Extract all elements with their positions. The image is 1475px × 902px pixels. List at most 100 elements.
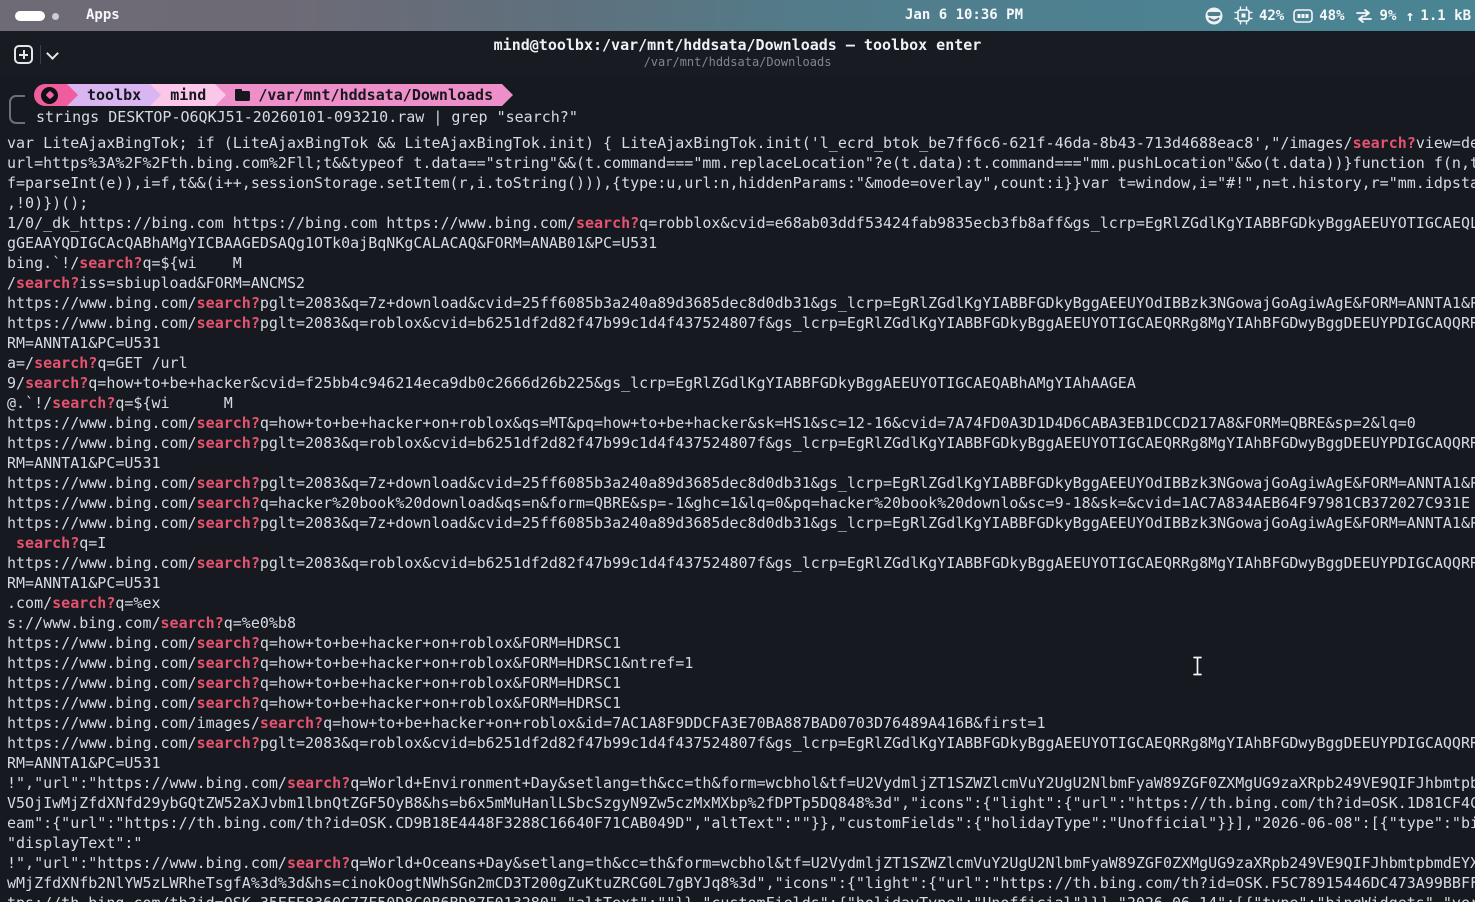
swap-arrows-icon [1354,8,1374,24]
cpu-value: 42% [1259,8,1284,24]
terminal-line: https://www.bing.com/search?q=how+to+be+… [7,633,1475,653]
command-line: strings DESKTOP-O6QKJ51-20260101-093210.… [36,107,578,127]
grep-match: search? [16,274,79,292]
terminal-line: f=parseInt(e)),i=f,t&&(i++,sessionStorag… [7,173,1475,193]
terminal-line: search?q=I [7,533,1475,553]
cpu-indicator[interactable]: 42% [1234,6,1284,25]
window-subtitle: /var/mnt/hddsata/Downloads [0,55,1475,69]
grep-match: search? [197,294,260,312]
powerline-arrow [150,84,161,106]
terminal-line: RM=ANNTA1&PC=U531 [7,753,1475,773]
grep-match: search? [161,614,224,632]
swap-indicator[interactable]: 9% [1354,8,1397,24]
grep-match: search? [197,554,260,572]
terminal-line: 9/search?q=how+to+be+hacker&cvid=f25bb4c… [7,373,1475,393]
powerline-arrow [215,84,226,106]
terminal-viewport[interactable]: toolbx mind /var/mnt/hddsata/Downloads s… [0,75,1475,902]
workspace-indicator-active[interactable] [15,11,45,21]
grep-match: search? [197,634,260,652]
terminal-line: tps://th.bing.com/th?id=OSK.35EFE8360C77… [7,893,1475,902]
prompt-bracket [9,95,25,124]
grep-match: search? [197,434,260,452]
terminal-line: RM=ANNTA1&PC=U531 [7,333,1475,353]
terminal-line: wMjZfdXNfb2NlYW5zLWRheTsgfA%3d%3d&hs=cin… [7,873,1475,893]
grep-match: search? [1353,134,1416,152]
folder-icon [235,89,250,101]
clock[interactable]: Jan 6 10:36 PM [905,6,1023,25]
terminal-line: https://www.bing.com/search?pglt=2083&q=… [7,433,1475,453]
toolbox-logo-icon [41,87,58,104]
terminal-line: https://www.bing.com/search?pglt=2083&q=… [7,313,1475,333]
grep-match: search? [25,374,88,392]
terminal-line: !","url":"https://www.bing.com/search?q=… [7,853,1475,873]
terminal-line: https://www.bing.com/search?pglt=2083&q=… [7,473,1475,493]
grep-match: search? [52,394,115,412]
workspace-indicator-dot[interactable] [52,13,59,20]
terminal-line: https://www.bing.com/search?q=how+to+be+… [7,653,1475,673]
grep-match: search? [197,514,260,532]
terminal-line: gGEAAYQDIGCAcQABhAMgYICBAAGEDSAQg1OTk0aj… [7,233,1475,253]
grep-match: search? [287,854,350,872]
terminal-line: ,!0)})(); [7,193,1475,213]
window-title: mind@toolbx:/var/mnt/hddsata/Downloads —… [0,36,1475,54]
prompt-segment-logo [34,84,67,106]
grep-match: search? [34,354,97,372]
system-indicators: 42% 48% [1203,0,1471,31]
terminal-line: .com/search?q=%ex [7,593,1475,613]
ibeam-mouse-cursor [1191,655,1204,677]
swap-value: 9% [1380,8,1397,24]
terminal-line: https://www.bing.com/search?pglt=2083&q=… [7,513,1475,533]
terminal-line: https://www.bing.com/search?pglt=2083&q=… [7,553,1475,573]
prompt-segment-cwd: /var/mnt/hddsata/Downloads [226,84,502,106]
terminal-line: https://www.bing.com/images/search?q=how… [7,713,1475,733]
grep-match: search? [260,714,323,732]
terminal-line: bing.`!/search?q=${wi M [7,253,1475,273]
terminal-line: var LiteAjaxBingTok; if (LiteAjaxBingTok… [7,133,1475,153]
terminal-line: eam":{"url":"https://th.bing.com/th?id=O… [7,813,1475,833]
terminal-line: V5OjIwMjZfdXNfd29ybGQtZW52aXJvbm1lbnQtZG… [7,793,1475,813]
grep-match: search? [197,734,260,752]
grep-match: search? [197,674,260,692]
terminal-line: https://www.bing.com/search?pglt=2083&q=… [7,733,1475,753]
memory-value: 48% [1319,8,1344,24]
cwd-path: /var/mnt/hddsata/Downloads [258,86,493,104]
powerline-arrow-end [502,84,513,106]
terminal-line: 1/0/_dk_https://bing.com https://bing.co… [7,213,1475,233]
memory-indicator[interactable]: 48% [1293,8,1344,24]
powerline-arrow [67,84,78,106]
system-top-bar: Apps Jan 6 10:36 PM [0,0,1475,31]
network-value: 1.1 kB [1420,8,1471,24]
terminal-line: https://www.bing.com/search?q=how+to+be+… [7,693,1475,713]
grep-match: search? [197,314,260,332]
terminal-line: RM=ANNTA1&PC=U531 [7,453,1475,473]
prompt-segment-user: mind [161,84,215,106]
terminal-line: /search?iss=sbiupload&FORM=ANCMS2 [7,273,1475,293]
cpu-icon [1234,6,1253,25]
prompt-segment-toolbx: toolbx [78,84,150,106]
terminal-line: !","url":"https://www.bing.com/search?q=… [7,773,1475,793]
grep-match: search? [576,214,639,232]
upload-arrow-icon: ↑ [1405,7,1414,25]
terminal-line: https://www.bing.com/search?pglt=2083&q=… [7,293,1475,313]
terminal-line: url=https%3A%2F%2Fth.bing.com%2Fll;t&&ty… [7,153,1475,173]
terminal-line: https://www.bing.com/search?q=how+to+be+… [7,413,1475,433]
grep-match: search? [197,694,260,712]
desktop: Apps Jan 6 10:36 PM [0,0,1475,902]
memory-icon [1293,9,1313,23]
status-face-icon[interactable] [1203,5,1225,27]
terminal-window-header: mind@toolbx:/var/mnt/hddsata/Downloads —… [0,31,1475,75]
terminal-line: "displayText":" [7,833,1475,853]
terminal-output: var LiteAjaxBingTok; if (LiteAjaxBingTok… [7,133,1475,902]
grep-match: search? [16,534,79,552]
grep-match: search? [52,594,115,612]
terminal-line: RM=ANNTA1&PC=U531 [7,573,1475,593]
network-indicator[interactable]: ↑ 1.1 kB [1405,7,1471,25]
grep-match: search? [197,494,260,512]
terminal-line: https://www.bing.com/search?q=hacker%20b… [7,493,1475,513]
grep-match: search? [197,474,260,492]
grep-match: search? [79,254,142,272]
grep-match: search? [197,414,260,432]
grep-match: search? [197,654,260,672]
apps-menu-button[interactable]: Apps [86,6,120,25]
terminal-line: https://www.bing.com/search?q=how+to+be+… [7,673,1475,693]
